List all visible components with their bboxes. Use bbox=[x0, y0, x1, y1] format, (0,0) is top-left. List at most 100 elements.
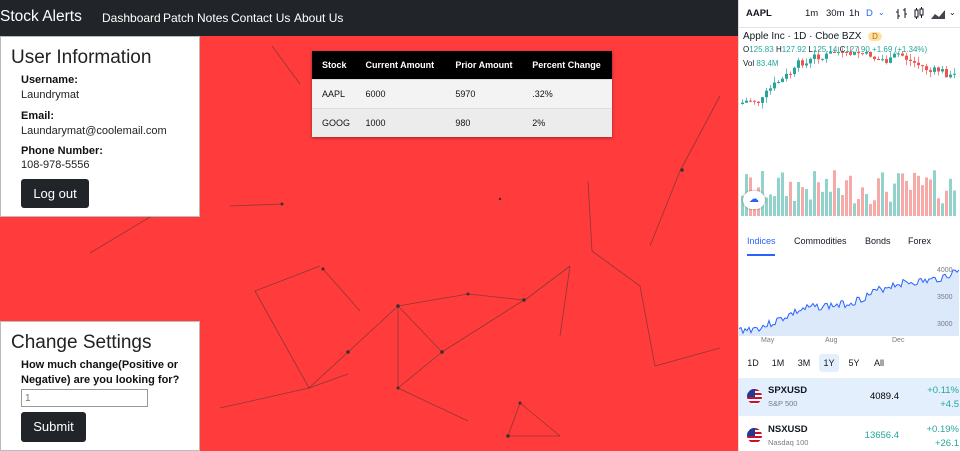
volume-bar bbox=[821, 191, 824, 216]
candle-body bbox=[873, 56, 876, 60]
volume-bar bbox=[829, 191, 832, 216]
interval-1h[interactable]: 1h bbox=[849, 8, 860, 19]
volume-bar bbox=[929, 179, 932, 216]
quote-change: +4.5 bbox=[940, 399, 959, 410]
chart-title: Apple Inc · 1D · Cboe BZX D bbox=[743, 31, 882, 42]
candle-body bbox=[893, 53, 896, 58]
volume-bar bbox=[945, 190, 948, 216]
range-all[interactable]: All bbox=[869, 354, 889, 372]
cell-change: 2% bbox=[522, 107, 612, 137]
volume-bar bbox=[885, 191, 888, 216]
header-current-amount: Current Amount bbox=[355, 51, 446, 79]
logout-button[interactable]: Log out bbox=[21, 179, 89, 208]
quote-row-nsx[interactable]: NSXUSD Nasdaq 100 13656.4 +0.19% +26.1 bbox=[739, 417, 960, 451]
tab-indices[interactable]: Indices bbox=[747, 236, 776, 246]
candle-body bbox=[933, 67, 936, 72]
cell-prior: 980 bbox=[445, 107, 523, 137]
chevron-down-icon[interactable]: ⌄ bbox=[949, 8, 956, 17]
nav-patch-notes[interactable]: Patch Notes bbox=[163, 11, 228, 25]
nav-contact-us[interactable]: Contact Us bbox=[231, 11, 290, 25]
candle-body bbox=[761, 97, 764, 103]
volume-bar bbox=[905, 180, 908, 216]
range-3m[interactable]: 3M bbox=[794, 354, 814, 372]
volume-bar bbox=[793, 200, 796, 216]
tab-forex[interactable]: Forex bbox=[908, 236, 931, 246]
change-input[interactable] bbox=[21, 389, 148, 407]
range-5y[interactable]: 5Y bbox=[844, 354, 864, 372]
volume-bar bbox=[837, 188, 840, 216]
symbol-search[interactable]: AAPL bbox=[746, 8, 772, 19]
area-chart-icon[interactable] bbox=[930, 8, 946, 20]
range-1m[interactable]: 1M bbox=[768, 354, 788, 372]
volume-bar bbox=[909, 189, 912, 216]
candle-body bbox=[801, 60, 804, 66]
brand-link[interactable]: Stock Alerts bbox=[0, 8, 82, 26]
candle-body bbox=[765, 90, 768, 98]
tab-commodities[interactable]: Commodities bbox=[794, 236, 847, 246]
volume-bar bbox=[777, 177, 780, 216]
range-1y[interactable]: 1Y bbox=[819, 354, 839, 372]
volume-bar bbox=[805, 189, 808, 216]
navbar: Stock Alerts Dashboard Patch Notes Conta… bbox=[0, 0, 738, 36]
quote-row-spx[interactable]: SPXUSD S&P 500 4089.4 +0.11% +4.5 bbox=[739, 378, 960, 416]
settings-card: Change Settings How much change(Positive… bbox=[0, 321, 200, 451]
candle-body bbox=[917, 62, 920, 66]
volume-bar bbox=[789, 181, 792, 216]
interval-30m[interactable]: 30m bbox=[826, 8, 844, 19]
bar-chart-icon[interactable] bbox=[895, 7, 909, 20]
tradingview-logo-icon[interactable]: ☁ bbox=[743, 191, 765, 209]
candle-body bbox=[793, 67, 796, 75]
volume-bar bbox=[833, 170, 836, 216]
interval-1m[interactable]: 1m bbox=[805, 8, 818, 19]
submit-button[interactable]: Submit bbox=[21, 412, 86, 442]
candle-body bbox=[749, 100, 752, 102]
quote-change-pct: +0.11% bbox=[927, 385, 959, 396]
y-tick: 4000 bbox=[937, 267, 953, 274]
range-1d[interactable]: 1D bbox=[743, 354, 763, 372]
volume-bar bbox=[897, 173, 900, 216]
email-label: Email: bbox=[21, 110, 55, 122]
volume-bar bbox=[853, 203, 856, 216]
volume-bar bbox=[953, 190, 956, 216]
volume-bar bbox=[873, 200, 876, 216]
us-flag-icon bbox=[747, 389, 762, 404]
chart-title-text: Apple Inc · 1D · Cboe BZX bbox=[743, 31, 862, 42]
index-mini-chart: 4000 3500 3000 May Aug Dec bbox=[739, 267, 960, 344]
user-info-title: User Information bbox=[11, 47, 152, 68]
volume-bar bbox=[917, 175, 920, 216]
candle-body bbox=[797, 60, 800, 68]
tv-toolbar: AAPL 1m 30m 1h D ⌄ ⌄ bbox=[739, 0, 960, 28]
volume-bar bbox=[845, 180, 848, 216]
volume-bar bbox=[857, 199, 860, 216]
candle-body bbox=[929, 70, 932, 72]
candle-body bbox=[781, 78, 784, 83]
volume-bar bbox=[801, 187, 804, 216]
y-tick: 3500 bbox=[937, 294, 953, 301]
interval-d[interactable]: D bbox=[866, 8, 873, 19]
volume-bar bbox=[861, 187, 864, 216]
candle-body bbox=[789, 73, 792, 75]
chevron-down-icon[interactable]: ⌄ bbox=[878, 8, 885, 17]
nav-about-us[interactable]: About Us bbox=[294, 11, 343, 25]
cell-prior: 5970 bbox=[445, 78, 523, 108]
volume-bar bbox=[841, 195, 844, 216]
volume-bar bbox=[781, 172, 784, 216]
candle-body bbox=[769, 88, 772, 91]
candle-body bbox=[773, 82, 776, 89]
candle-body bbox=[777, 82, 780, 84]
candle-body bbox=[821, 58, 824, 60]
phone-value: 108-978-5556 bbox=[21, 159, 90, 171]
header-stock: Stock bbox=[312, 51, 356, 79]
volume-bar bbox=[809, 199, 812, 216]
x-tick: Dec bbox=[892, 337, 905, 344]
candle-body bbox=[925, 66, 928, 71]
nav-dashboard[interactable]: Dashboard bbox=[102, 11, 161, 25]
candle-body bbox=[785, 73, 788, 79]
tab-bonds[interactable]: Bonds bbox=[865, 236, 891, 246]
quote-change-pct: +0.19% bbox=[926, 424, 960, 435]
candles-icon[interactable] bbox=[913, 7, 925, 20]
volume-bar bbox=[849, 175, 852, 216]
phone-label: Phone Number: bbox=[21, 145, 103, 157]
table-row: GOOG 1000 980 2% bbox=[312, 107, 612, 137]
volume-bar bbox=[797, 182, 800, 216]
